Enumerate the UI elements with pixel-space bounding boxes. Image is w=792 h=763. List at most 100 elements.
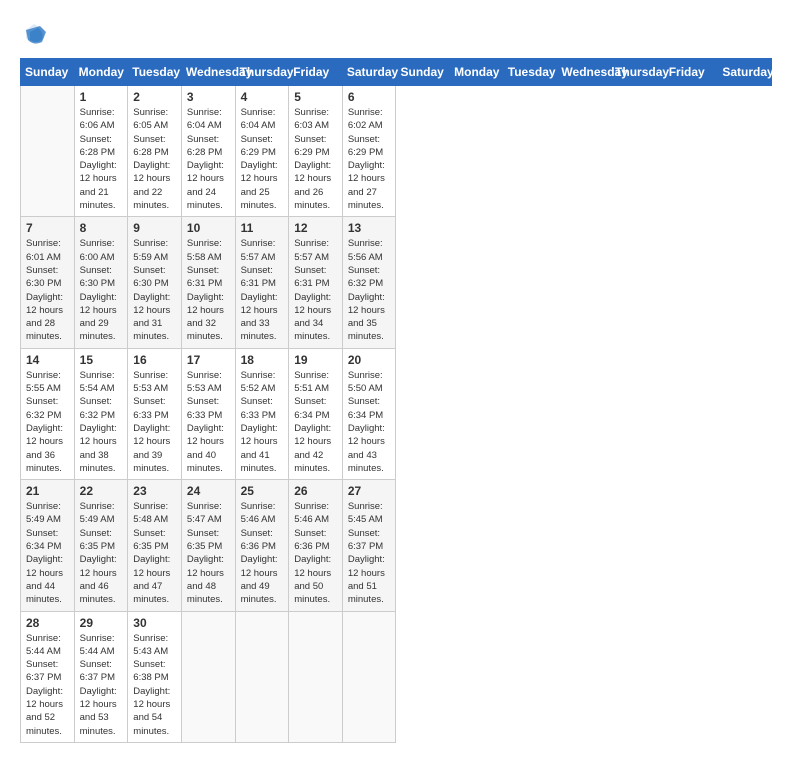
header-day-tuesday: Tuesday (503, 59, 557, 86)
calendar-cell: 5 Sunrise: 6:03 AM Sunset: 6:29 PM Daylig… (289, 86, 343, 217)
calendar-header-row: SundayMondayTuesdayWednesdayThursdayFrid… (21, 59, 772, 86)
header-day-monday: Monday (450, 59, 504, 86)
day-number: 18 (241, 353, 284, 367)
day-number: 25 (241, 484, 284, 498)
calendar-cell: 2 Sunrise: 6:05 AM Sunset: 6:28 PM Daylig… (128, 86, 182, 217)
calendar-cell: 19 Sunrise: 5:51 AM Sunset: 6:34 PM Dayli… (289, 348, 343, 479)
calendar-cell (235, 611, 289, 742)
day-info: Sunrise: 5:54 AM Sunset: 6:32 PM Dayligh… (80, 369, 123, 475)
header-thursday: Thursday (235, 59, 289, 86)
calendar-cell (289, 611, 343, 742)
calendar-week-row: 14 Sunrise: 5:55 AM Sunset: 6:32 PM Dayli… (21, 348, 772, 479)
day-info: Sunrise: 6:00 AM Sunset: 6:30 PM Dayligh… (80, 237, 123, 343)
calendar-cell: 8 Sunrise: 6:00 AM Sunset: 6:30 PM Daylig… (74, 217, 128, 348)
calendar-cell: 3 Sunrise: 6:04 AM Sunset: 6:28 PM Daylig… (181, 86, 235, 217)
day-number: 21 (26, 484, 69, 498)
day-info: Sunrise: 6:05 AM Sunset: 6:28 PM Dayligh… (133, 106, 176, 212)
day-info: Sunrise: 5:49 AM Sunset: 6:34 PM Dayligh… (26, 500, 69, 606)
day-info: Sunrise: 5:55 AM Sunset: 6:32 PM Dayligh… (26, 369, 69, 475)
day-info: Sunrise: 5:57 AM Sunset: 6:31 PM Dayligh… (241, 237, 284, 343)
calendar-cell: 22 Sunrise: 5:49 AM Sunset: 6:35 PM Dayli… (74, 480, 128, 611)
day-number: 10 (187, 221, 230, 235)
calendar-cell: 15 Sunrise: 5:54 AM Sunset: 6:32 PM Dayli… (74, 348, 128, 479)
day-number: 5 (294, 90, 337, 104)
calendar-table: SundayMondayTuesdayWednesdayThursdayFrid… (20, 58, 772, 743)
day-number: 22 (80, 484, 123, 498)
day-number: 9 (133, 221, 176, 235)
day-number: 28 (26, 616, 69, 630)
day-info: Sunrise: 5:46 AM Sunset: 6:36 PM Dayligh… (294, 500, 337, 606)
page-header (20, 20, 772, 48)
day-number: 7 (26, 221, 69, 235)
day-info: Sunrise: 5:58 AM Sunset: 6:31 PM Dayligh… (187, 237, 230, 343)
day-info: Sunrise: 5:53 AM Sunset: 6:33 PM Dayligh… (133, 369, 176, 475)
day-number: 16 (133, 353, 176, 367)
day-number: 12 (294, 221, 337, 235)
header-day-wednesday: Wednesday (557, 59, 611, 86)
day-info: Sunrise: 5:51 AM Sunset: 6:34 PM Dayligh… (294, 369, 337, 475)
calendar-week-row: 21 Sunrise: 5:49 AM Sunset: 6:34 PM Dayli… (21, 480, 772, 611)
calendar-cell: 18 Sunrise: 5:52 AM Sunset: 6:33 PM Dayli… (235, 348, 289, 479)
calendar-cell (342, 611, 396, 742)
logo (20, 20, 52, 48)
calendar-cell: 6Sunrise: 6:02 AM Sunset: 6:29 PM Daylig… (342, 86, 396, 217)
day-number: 26 (294, 484, 337, 498)
header-day-saturday: Saturday (718, 59, 772, 86)
day-number: 14 (26, 353, 69, 367)
day-info: Sunrise: 6:04 AM Sunset: 6:29 PM Dayligh… (241, 106, 284, 212)
day-info: Sunrise: 5:56 AM Sunset: 6:32 PM Dayligh… (348, 237, 391, 343)
day-number: 19 (294, 353, 337, 367)
day-number: 17 (187, 353, 230, 367)
header-sunday: Sunday (21, 59, 75, 86)
calendar-cell: 11 Sunrise: 5:57 AM Sunset: 6:31 PM Dayli… (235, 217, 289, 348)
day-number: 1 (80, 90, 123, 104)
calendar-cell: 20 Sunrise: 5:50 AM Sunset: 6:34 PM Dayli… (342, 348, 396, 479)
calendar-cell: 21 Sunrise: 5:49 AM Sunset: 6:34 PM Dayli… (21, 480, 75, 611)
calendar-cell: 10 Sunrise: 5:58 AM Sunset: 6:31 PM Dayli… (181, 217, 235, 348)
calendar-cell: 16 Sunrise: 5:53 AM Sunset: 6:33 PM Dayli… (128, 348, 182, 479)
header-saturday: Saturday (342, 59, 396, 86)
day-info: Sunrise: 6:03 AM Sunset: 6:29 PM Dayligh… (294, 106, 337, 212)
calendar-cell: 17 Sunrise: 5:53 AM Sunset: 6:33 PM Dayli… (181, 348, 235, 479)
calendar-cell: 13 Sunrise: 5:56 AM Sunset: 6:32 PM Dayli… (342, 217, 396, 348)
day-info: Sunrise: 5:49 AM Sunset: 6:35 PM Dayligh… (80, 500, 123, 606)
calendar-week-row: 7Sunrise: 6:01 AM Sunset: 6:30 PM Daylig… (21, 217, 772, 348)
calendar-week-row: 1 Sunrise: 6:06 AM Sunset: 6:28 PM Daylig… (21, 86, 772, 217)
day-number: 3 (187, 90, 230, 104)
day-number: 13 (348, 221, 391, 235)
day-info: Sunrise: 5:53 AM Sunset: 6:33 PM Dayligh… (187, 369, 230, 475)
day-info: Sunrise: 5:50 AM Sunset: 6:34 PM Dayligh… (348, 369, 391, 475)
day-number: 23 (133, 484, 176, 498)
day-info: Sunrise: 5:43 AM Sunset: 6:38 PM Dayligh… (133, 632, 176, 738)
calendar-cell (21, 86, 75, 217)
calendar-cell: 4Sunrise: 6:04 AM Sunset: 6:29 PM Daylig… (235, 86, 289, 217)
day-info: Sunrise: 6:04 AM Sunset: 6:28 PM Dayligh… (187, 106, 230, 212)
calendar-cell (181, 611, 235, 742)
day-info: Sunrise: 6:06 AM Sunset: 6:28 PM Dayligh… (80, 106, 123, 212)
calendar-cell: 9 Sunrise: 5:59 AM Sunset: 6:30 PM Daylig… (128, 217, 182, 348)
header-day-thursday: Thursday (611, 59, 665, 86)
day-number: 8 (80, 221, 123, 235)
header-wednesday: Wednesday (181, 59, 235, 86)
day-number: 15 (80, 353, 123, 367)
header-tuesday: Tuesday (128, 59, 182, 86)
header-friday: Friday (289, 59, 343, 86)
calendar-cell: 1 Sunrise: 6:06 AM Sunset: 6:28 PM Daylig… (74, 86, 128, 217)
calendar-week-row: 28Sunrise: 5:44 AM Sunset: 6:37 PM Dayli… (21, 611, 772, 742)
calendar-cell: 26 Sunrise: 5:46 AM Sunset: 6:36 PM Dayli… (289, 480, 343, 611)
day-number: 11 (241, 221, 284, 235)
day-number: 20 (348, 353, 391, 367)
day-info: Sunrise: 5:59 AM Sunset: 6:30 PM Dayligh… (133, 237, 176, 343)
day-number: 29 (80, 616, 123, 630)
day-info: Sunrise: 5:47 AM Sunset: 6:35 PM Dayligh… (187, 500, 230, 606)
calendar-cell: 30Sunrise: 5:43 AM Sunset: 6:38 PM Dayli… (128, 611, 182, 742)
header-day-sunday: Sunday (396, 59, 450, 86)
day-number: 24 (187, 484, 230, 498)
day-number: 27 (348, 484, 391, 498)
calendar-cell: 14 Sunrise: 5:55 AM Sunset: 6:32 PM Dayli… (21, 348, 75, 479)
day-info: Sunrise: 5:57 AM Sunset: 6:31 PM Dayligh… (294, 237, 337, 343)
calendar-cell: 24 Sunrise: 5:47 AM Sunset: 6:35 PM Dayli… (181, 480, 235, 611)
day-info: Sunrise: 5:52 AM Sunset: 6:33 PM Dayligh… (241, 369, 284, 475)
day-info: Sunrise: 5:45 AM Sunset: 6:37 PM Dayligh… (348, 500, 391, 606)
day-number: 2 (133, 90, 176, 104)
